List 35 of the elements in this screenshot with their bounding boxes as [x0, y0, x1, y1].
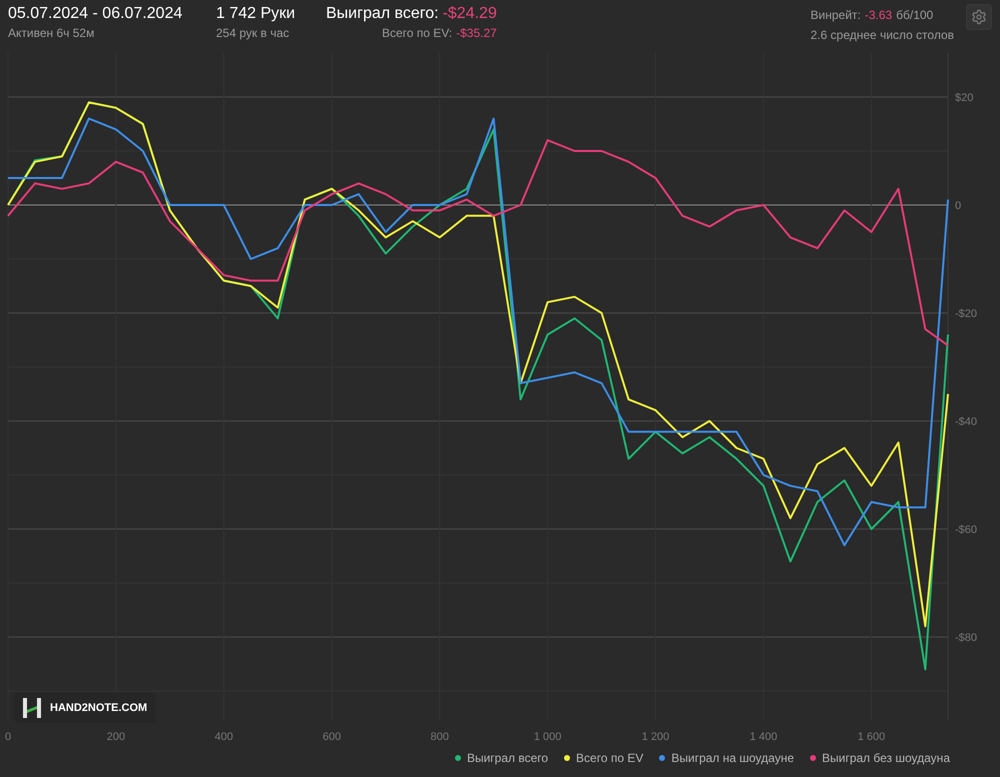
ev-value: -$35.27: [456, 25, 497, 42]
legend-label: Выиграл на шоудауне: [671, 750, 794, 767]
x-axis-label: 1 400: [750, 731, 778, 743]
legend-label: Выиграл без шоудауна: [822, 750, 950, 767]
x-axis-label: 1 600: [858, 731, 886, 743]
y-axis-label: -$60: [955, 524, 978, 536]
x-axis-label: 600: [322, 731, 341, 743]
winrate-label: Винрейт:: [810, 7, 861, 24]
won-value: -$24.29: [442, 4, 497, 24]
settings-button[interactable]: [966, 4, 992, 30]
x-axis-label: 1 000: [534, 731, 562, 743]
x-axis-label: 400: [214, 731, 234, 743]
x-axis-label: 0: [4, 731, 12, 743]
average-tables: 2.6 среднее число столов: [810, 26, 954, 44]
x-axis-label: 800: [430, 731, 449, 743]
winrate-unit: бб/100: [896, 7, 934, 24]
legend-label: Выиграл всего: [466, 750, 548, 767]
legend-label: Всего по EV: [576, 750, 644, 767]
settings-icon: [971, 9, 987, 25]
hands-count: 1 742 Руки: [216, 4, 296, 24]
x-axis-label: 200: [106, 731, 126, 743]
x-axis-label: 1 200: [642, 731, 670, 743]
y-axis-label: 0: [955, 200, 962, 212]
y-axis-label: -$80: [955, 632, 978, 644]
y-axis-label: -$20: [955, 308, 978, 320]
date-range: 05.07.2024 - 06.07.2024: [8, 4, 184, 24]
won-label: Выиграл всего:: [326, 4, 439, 24]
winrate-value: -3.63: [864, 7, 892, 24]
y-axis-label: -$40: [955, 416, 978, 428]
ev-label: Всего по EV:: [382, 25, 452, 42]
logo-icon: [22, 697, 42, 719]
y-axis-label: $20: [955, 92, 974, 104]
logo-text: HAND2NOTE.COM: [50, 700, 148, 716]
active-time: Активен 6ч 52м: [8, 25, 96, 42]
hands-per-hour: 254 рук в час: [216, 25, 290, 42]
